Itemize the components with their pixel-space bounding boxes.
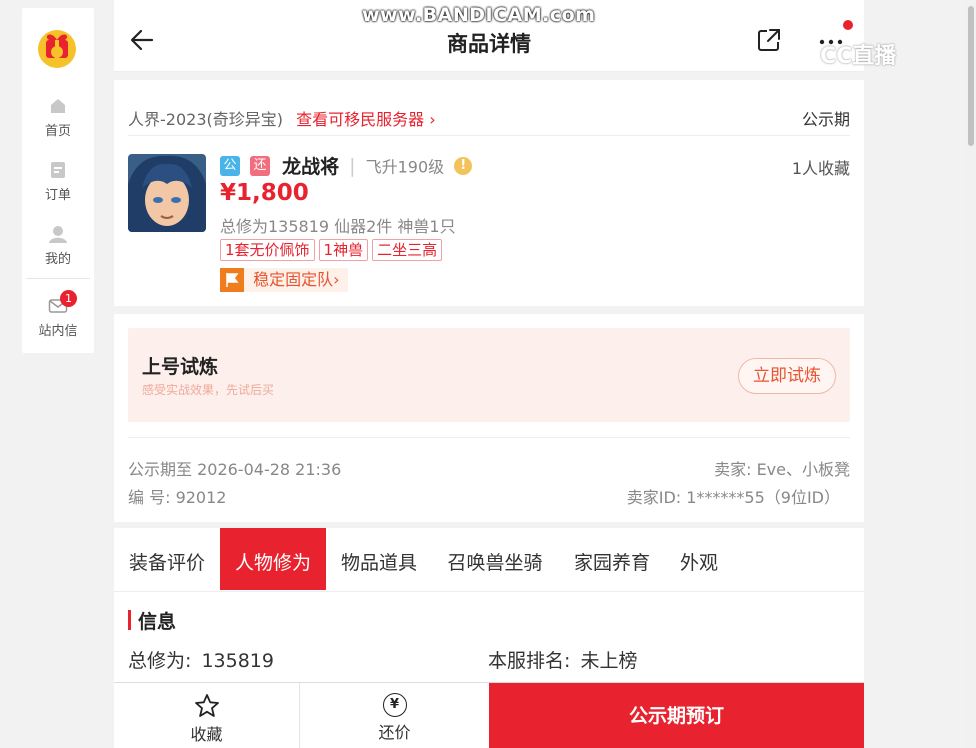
order-icon: [51, 162, 65, 178]
sidebar-item-home[interactable]: 首页: [22, 96, 94, 139]
feature-pill: 二坐三高: [372, 239, 443, 261]
migrate-servers-link[interactable]: 查看可移民服务器 ›: [296, 110, 436, 129]
tab-appearance[interactable]: 外观: [666, 528, 732, 590]
tab-items[interactable]: 物品道具: [326, 528, 432, 590]
scrollbar-thumb[interactable]: [968, 6, 974, 146]
sidebar-item-label: 站内信: [38, 324, 78, 339]
chevron-right-icon: ›: [333, 270, 340, 289]
title-row: 公 还 龙战将 | 飞升190级 !: [220, 152, 473, 179]
rank-row: 本服排名: 未上榜: [488, 646, 637, 673]
notification-dot: [843, 20, 853, 30]
public-tag: 公: [220, 155, 240, 176]
warning-icon[interactable]: !: [454, 156, 473, 175]
cultivation-value: 135819: [201, 650, 274, 672]
divider: [128, 135, 850, 136]
app-logo-icon[interactable]: [33, 22, 81, 70]
feature-pill: 1套无价佩饰: [220, 239, 315, 261]
tab-home[interactable]: 家园养育: [562, 528, 662, 590]
info-section: 信息 总修为: 135819 本服排名: 未上榜: [114, 592, 864, 682]
share-icon[interactable]: [756, 27, 782, 53]
stream-watermark: CC直播: [820, 44, 897, 69]
page-scrollbar[interactable]: [966, 0, 976, 748]
home-icon: [51, 99, 65, 113]
separator: |: [349, 154, 356, 177]
stable-team-badge[interactable]: 稳定固定队›: [220, 268, 348, 292]
user-icon: [49, 226, 67, 243]
product-card: 人界-2023(奇珍异宝) 查看可移民服务器 › 公示期 公 还 龙战将 | 飞…: [114, 80, 864, 306]
watermark: www.BANDICAM.com: [362, 4, 596, 26]
tab-equipment[interactable]: 装备评价: [114, 528, 220, 590]
seller-id: 卖家ID: 1******55（9位ID）: [626, 488, 840, 507]
stable-team-label: 稳定固定队: [253, 270, 334, 289]
cultivation-label: 总修为:: [128, 650, 192, 672]
chevron-right-icon: ›: [429, 110, 436, 129]
rank-label: 本服排名:: [488, 650, 571, 672]
favorite-button[interactable]: 收藏: [114, 683, 300, 748]
favorites-count: 1人收藏: [791, 159, 850, 178]
yuan-coin-icon: ¥: [382, 693, 407, 717]
star-icon: [194, 694, 219, 717]
trial-banner: 上号试炼 感受实战效果，先试后买 立即试炼: [128, 328, 850, 422]
message-count-badge: 1: [60, 290, 77, 307]
sidebar-divider: [26, 278, 90, 279]
feature-pills: 1套无价佩饰 1神兽 二坐三高: [220, 239, 446, 261]
character-name: 龙战将: [282, 156, 340, 178]
price: ¥1,800: [220, 180, 309, 206]
sidebar-item-label: 订单: [44, 188, 71, 203]
try-now-button[interactable]: 立即试炼: [738, 358, 836, 394]
public-until: 公示期至 2026-04-28 21:36: [128, 460, 342, 479]
reserve-button[interactable]: 公示期预订: [489, 683, 864, 748]
main-panel: 商品详情 人界-2023(奇珍异宝) 查看可移民服务器 › 公示期 公 还 龙战…: [114, 0, 864, 748]
server-info: 人界-2023(奇珍异宝) 查看可移民服务器 ›: [128, 106, 436, 130]
status-label: 公示期: [801, 110, 850, 129]
seller-name: 卖家: Eve、小板凳: [714, 460, 850, 479]
detail-tabs: 装备评价 人物修为 物品道具 召唤兽坐骑 家园养育 外观: [114, 528, 864, 592]
page-title: 商品详情: [447, 32, 531, 56]
favorite-label: 收藏: [190, 725, 223, 744]
bargain-label: 还价: [378, 723, 411, 742]
trial-title: 上号试炼: [142, 356, 219, 378]
sidebar-item-label: 我的: [44, 252, 71, 267]
tab-cultivation[interactable]: 人物修为: [220, 528, 326, 590]
sidebar-item-messages[interactable]: 1 站内信: [22, 290, 94, 339]
sidebar-item-orders[interactable]: 订单: [22, 160, 94, 203]
feature-pill: 1神兽: [318, 239, 369, 261]
section-title: 信息: [138, 611, 177, 633]
tab-pets-mounts[interactable]: 召唤兽坐骑: [432, 528, 558, 590]
sidebar-item-profile[interactable]: 我的: [22, 224, 94, 267]
bottom-action-bar: 收藏 ¥ 还价 公示期预订: [114, 682, 864, 748]
divider: [128, 437, 850, 438]
character-stats: 总修为135819 仙器2件 神兽1只: [220, 217, 456, 236]
flag-icon: [220, 268, 244, 292]
server-name: 人界-2023(奇珍异宝): [128, 110, 283, 129]
character-portrait-icon: [128, 154, 206, 232]
bargain-tag: 还: [250, 155, 271, 176]
cultivation-row: 总修为: 135819: [128, 646, 274, 673]
item-number: 编 号: 92012: [128, 488, 227, 507]
migrate-servers-label: 查看可移民服务器: [296, 110, 425, 129]
section-accent-bar: [128, 610, 131, 630]
character-avatar[interactable]: [128, 154, 206, 232]
trial-subtitle: 感受实战效果，先试后买: [142, 383, 275, 397]
character-level: 飞升190级: [365, 157, 445, 177]
sidebar: 首页 订单 我的 1 站内信: [22, 8, 94, 353]
bargain-button[interactable]: ¥ 还价: [300, 683, 489, 748]
sidebar-item-label: 首页: [44, 124, 71, 139]
rank-value: 未上榜: [580, 650, 638, 672]
